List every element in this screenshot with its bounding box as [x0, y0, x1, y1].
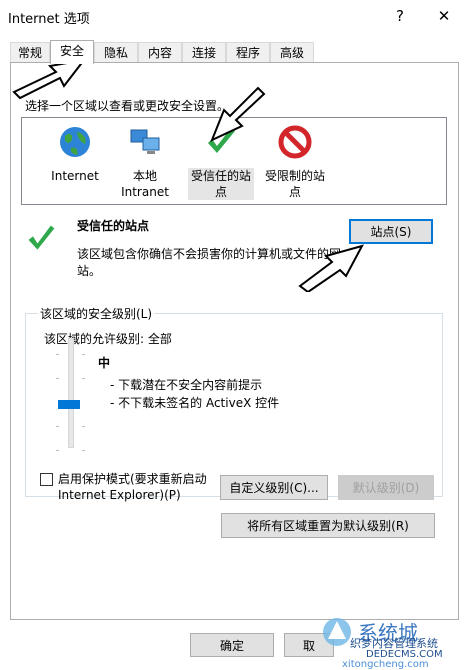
watermark-logo-icon: [323, 618, 351, 646]
zone-local-intranet[interactable]: 本地 Intranet: [110, 124, 180, 200]
tab-privacy[interactable]: 隐私: [94, 42, 138, 63]
slider-tick: [56, 354, 59, 355]
security-slider-thumb[interactable]: [58, 400, 80, 409]
title-bar: Internet 选项 ? ✕: [0, 0, 467, 32]
security-panel: 选择一个区域以查看或更改安全设置。 Internet 本地 Intranet 受…: [10, 62, 459, 620]
security-level-title: 该区域的安全级别(L): [38, 305, 155, 322]
slider-tick: [56, 378, 59, 379]
custom-level-button[interactable]: 自定义级别(C)...: [220, 475, 328, 500]
zone-trusted-label-2: 点: [188, 184, 254, 200]
zone-info-description-2: 站。: [77, 264, 102, 278]
slider-tick: [82, 426, 85, 427]
ok-button[interactable]: 确定: [190, 633, 274, 657]
watermark: 系统城 织梦内容管理系统 DEDECMS.COM xitongcheng.com: [320, 615, 467, 670]
slider-tick: [56, 450, 59, 451]
slider-tick: [82, 354, 85, 355]
network-computer-icon: [130, 129, 160, 154]
allowed-level-text: 该区域的允许级别: 全部: [44, 332, 172, 346]
security-level-group: 该区域的安全级别(L) 该区域的允许级别: 全部 中 - 下载潜在不安全内容前提…: [25, 305, 443, 502]
zone-intranet-label-1: 本地: [132, 169, 157, 183]
slider-tick: [82, 378, 85, 379]
security-slider-track[interactable]: [68, 338, 74, 448]
no-entry-icon: [278, 125, 312, 159]
close-button[interactable]: ✕: [430, 5, 458, 27]
reset-all-zones-button[interactable]: 将所有区域重置为默认级别(R): [221, 513, 435, 538]
zone-trusted-label-1: 受信任的站: [188, 168, 254, 184]
window-title: Internet 选项: [8, 12, 90, 27]
zone-info-title: 受信任的站点: [77, 219, 150, 233]
tab-advanced[interactable]: 高级: [270, 42, 314, 63]
tab-connections[interactable]: 连接: [182, 42, 226, 63]
protected-mode-checkbox[interactable]: [40, 473, 53, 486]
trusted-zone-check-icon: [28, 225, 55, 250]
zone-restricted-sites[interactable]: 受限制的站 点: [260, 124, 330, 200]
default-level-button[interactable]: 默认级别(D): [338, 475, 434, 500]
zone-internet-label: Internet: [51, 169, 99, 183]
help-button[interactable]: ?: [386, 5, 414, 27]
tab-content[interactable]: 内容: [138, 42, 182, 63]
zone-internet[interactable]: Internet: [40, 124, 110, 184]
annotation-arrow-icon: [298, 244, 364, 292]
security-level-bullet-2: - 不下载未签名的 ActiveX 控件: [110, 396, 280, 410]
tab-security[interactable]: 安全: [50, 40, 94, 64]
annotation-arrow-icon: [210, 86, 266, 142]
protected-mode-label-2: Internet Explorer)(P): [58, 488, 181, 502]
slider-tick: [56, 426, 59, 427]
security-level-bullet-1: - 下载潜在不安全内容前提示: [110, 378, 263, 392]
zone-restricted-label-1: 受限制的站: [264, 169, 325, 183]
zone-intranet-label-2: Intranet: [121, 185, 169, 199]
security-level-name: 中: [98, 356, 111, 370]
tab-programs[interactable]: 程序: [226, 42, 270, 63]
protected-mode-label-1: 启用保护模式(要求重新启动: [58, 472, 207, 486]
zone-restricted-label-2: 点: [288, 185, 301, 199]
watermark-text-3: xitongcheng.com: [342, 659, 429, 670]
globe-icon: [60, 127, 90, 157]
slider-tick: [82, 450, 85, 451]
